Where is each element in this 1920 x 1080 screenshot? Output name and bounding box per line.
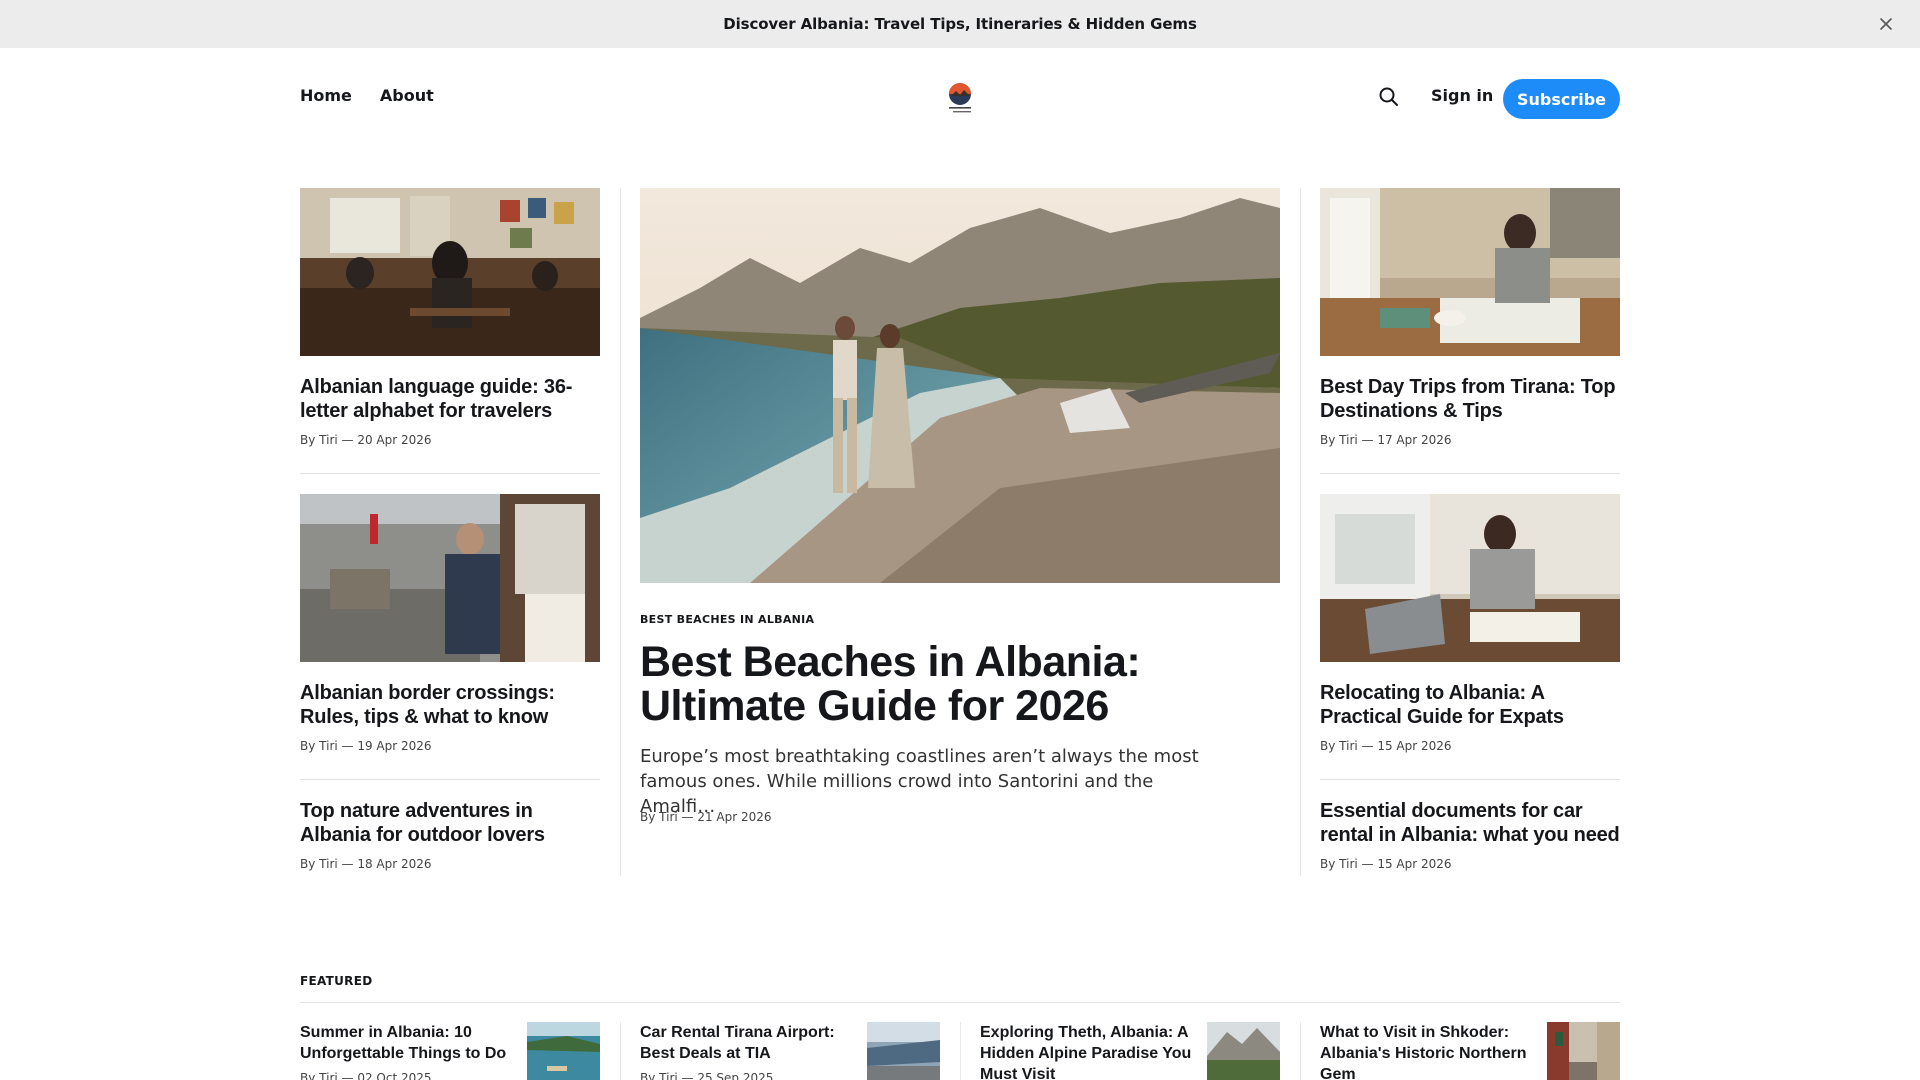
divider [1320, 473, 1620, 474]
featured-image-lake[interactable] [527, 1022, 600, 1080]
close-icon[interactable] [1874, 12, 1898, 36]
subscribe-button[interactable]: Subscribe [1503, 79, 1620, 119]
article-title[interactable]: Essential documents for car rental in Al… [1320, 799, 1620, 847]
site-logo[interactable] [943, 80, 977, 116]
article-meta: By Tiri — 15 Apr 2026 [1320, 857, 1452, 871]
divider [300, 1002, 1620, 1003]
featured-image-airport[interactable] [867, 1022, 940, 1080]
featured-meta: By Tiri — 02 Oct 2025 [300, 1071, 432, 1080]
article-meta: By Tiri — 19 Apr 2026 [300, 739, 432, 753]
featured-meta: By Tiri — 25 Sep 2025 [640, 1071, 774, 1080]
nav-home[interactable]: Home [300, 86, 352, 105]
article-image-cafe[interactable] [300, 188, 600, 356]
divider [300, 779, 600, 780]
featured-title[interactable]: Exploring Theth, Albania: A Hidden Alpin… [980, 1022, 1196, 1080]
article-image-daytrips[interactable] [1320, 188, 1620, 356]
announcement-text: Discover Albania: Travel Tips, Itinerari… [723, 15, 1197, 33]
hero-meta: By Tiri — 21 Apr 2026 [640, 810, 772, 824]
sign-in-link[interactable]: Sign in [1431, 86, 1493, 105]
column-divider [620, 1022, 621, 1080]
search-icon[interactable] [1378, 86, 1400, 108]
nav-about[interactable]: About [380, 86, 434, 105]
column-divider [620, 188, 621, 876]
column-divider [960, 1022, 961, 1080]
announcement-bar: Discover Albania: Travel Tips, Itinerari… [0, 0, 1920, 48]
article-title[interactable]: Albanian language guide: 36-letter alpha… [300, 375, 600, 423]
article-meta: By Tiri — 17 Apr 2026 [1320, 433, 1452, 447]
article-title[interactable]: Albanian border crossings: Rules, tips &… [300, 681, 600, 729]
article-meta: By Tiri — 15 Apr 2026 [1320, 739, 1452, 753]
column-divider [1300, 1022, 1301, 1080]
hero-excerpt: Europe’s most breathtaking coastlines ar… [640, 746, 1199, 817]
hero-image-beach[interactable] [640, 188, 1280, 583]
article-title[interactable]: Relocating to Albania: A Practical Guide… [1320, 681, 1620, 729]
featured-title[interactable]: Summer in Albania: 10 Unforgettable Thin… [300, 1022, 516, 1064]
article-title[interactable]: Best Day Trips from Tirana: Top Destinat… [1320, 375, 1620, 423]
featured-title[interactable]: Car Rental Tirana Airport: Best Deals at… [640, 1022, 856, 1064]
featured-heading: FEATURED [300, 974, 373, 988]
featured-image-shkoder[interactable] [1547, 1022, 1620, 1080]
divider [1320, 779, 1620, 780]
hero-tag[interactable]: BEST BEACHES IN ALBANIA [640, 613, 814, 626]
article-meta: By Tiri — 20 Apr 2026 [300, 433, 432, 447]
featured-title[interactable]: What to Visit in Shkoder: Albania's Hist… [1320, 1022, 1536, 1080]
article-meta: By Tiri — 18 Apr 2026 [300, 857, 432, 871]
featured-image-theth[interactable] [1207, 1022, 1280, 1080]
article-title[interactable]: Top nature adventures in Albania for out… [300, 799, 600, 847]
main-nav: Home About [300, 86, 434, 105]
article-image-border[interactable] [300, 494, 600, 662]
divider [300, 473, 600, 474]
column-divider [1300, 188, 1301, 876]
article-image-relocating[interactable] [1320, 494, 1620, 662]
hero-title[interactable]: Best Beaches in Albania: Ultimate Guide … [640, 640, 1280, 728]
